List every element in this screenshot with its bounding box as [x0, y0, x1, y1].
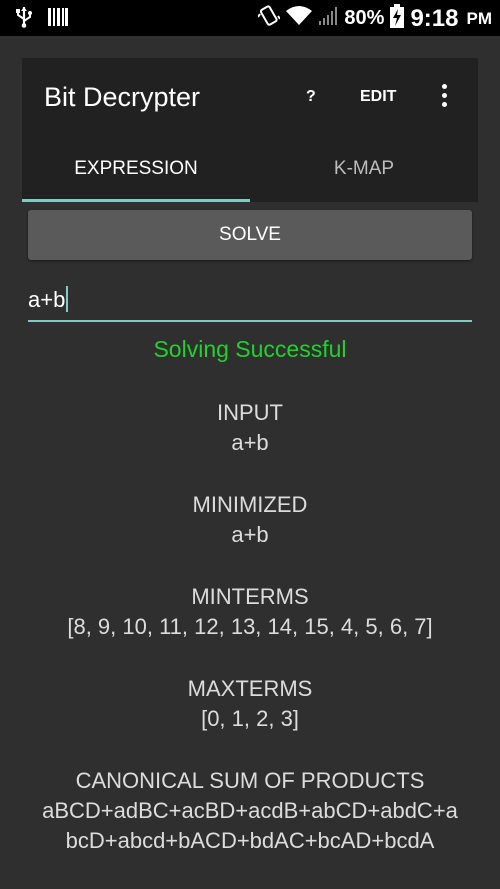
- edit-button[interactable]: EDIT: [360, 88, 396, 106]
- minimized-section: MINIMIZED a+b: [0, 490, 500, 550]
- overflow-menu-icon[interactable]: [434, 84, 454, 112]
- signal-icon: [318, 6, 338, 31]
- minimized-label: MINIMIZED: [192, 492, 308, 517]
- status-bar-left: [14, 6, 68, 33]
- clock-ampm: PM: [466, 8, 493, 28]
- help-button[interactable]: ?: [306, 88, 316, 106]
- input-label: INPUT: [217, 400, 283, 425]
- canonical-sop-label: CANONICAL SUM OF PRODUCTS: [75, 768, 425, 793]
- status-bar: 80% 9:18 PM: [0, 0, 500, 36]
- app-bar: Bit Decrypter ? EDIT EXPRESSION K-MAP: [22, 58, 478, 202]
- expression-input[interactable]: a+b: [28, 282, 472, 322]
- minterms-section: MINTERMS [8, 9, 10, 11, 12, 13, 14, 15, …: [0, 582, 500, 642]
- barcode-icon: [48, 7, 68, 32]
- canonical-sop-line-1: aBCD+adBC+acBD+acdB+abCD+abdC+a: [42, 798, 458, 823]
- solve-status-message: Solving Successful: [153, 336, 347, 362]
- vibrate-icon: [257, 4, 282, 33]
- maxterms-section: MAXTERMS [0, 1, 2, 3]: [0, 674, 500, 734]
- app-title: Bit Decrypter: [44, 82, 201, 112]
- clock-time: 9:18: [410, 4, 459, 32]
- results-panel: INPUT a+b MINIMIZED a+b MINTERMS [8, 9, …: [0, 398, 500, 856]
- tab-bar: EXPRESSION K-MAP: [22, 148, 478, 202]
- minterms-label: MINTERMS: [191, 584, 309, 609]
- input-value: a+b: [231, 430, 269, 455]
- maxterms-label: MAXTERMS: [187, 676, 313, 701]
- text-cursor: [66, 286, 69, 312]
- expression-text: a+b: [28, 287, 66, 312]
- status-bar-right: 80% 9:18 PM: [257, 4, 493, 33]
- expression-input-value: a+b: [28, 286, 69, 313]
- tab-kmap[interactable]: K-MAP: [250, 148, 478, 202]
- input-section: INPUT a+b: [0, 398, 500, 458]
- canonical-sop-section: CANONICAL SUM OF PRODUCTS aBCD+adBC+acBD…: [0, 766, 500, 856]
- solve-button[interactable]: SOLVE: [28, 210, 472, 260]
- usb-icon: [14, 6, 34, 33]
- wifi-icon: [286, 6, 313, 31]
- battery-charging-icon: [390, 4, 405, 33]
- battery-percent: 80%: [344, 7, 385, 29]
- maxterms-value: [0, 1, 2, 3]: [201, 706, 299, 731]
- tab-expression[interactable]: EXPRESSION: [22, 148, 250, 202]
- minimized-value: a+b: [231, 522, 269, 547]
- minterms-value: [8, 9, 10, 11, 12, 13, 14, 15, 4, 5, 6, …: [67, 614, 433, 639]
- canonical-sop-line-2: bcD+abcd+bACD+bdAC+bcAD+bcdA: [65, 828, 435, 853]
- tab-indicator: [22, 199, 250, 202]
